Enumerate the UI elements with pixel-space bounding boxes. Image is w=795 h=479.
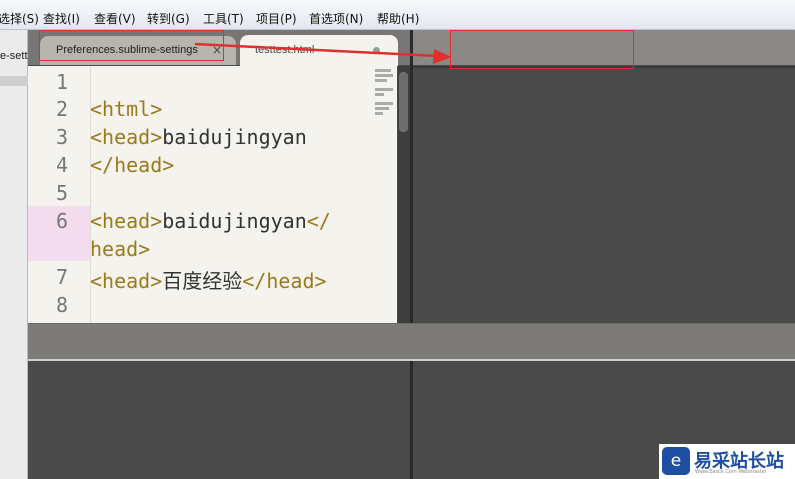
code-text: 百度经验: [162, 269, 243, 293]
code-line: </head>: [90, 153, 174, 177]
side-window-separator: [0, 76, 28, 86]
watermark-logo-icon: e: [662, 447, 690, 475]
code-tag: <head>: [90, 269, 163, 293]
minimap-line: [375, 107, 389, 110]
code-line-wrapped: head>: [90, 237, 150, 261]
tab-testtest-label: testtest.html: [255, 44, 315, 56]
line-number: 7: [55, 265, 68, 289]
code-tag: <head>: [90, 125, 163, 149]
code-text: baidujingyan: [162, 125, 307, 149]
annotation-box: [450, 30, 634, 69]
editor-pane[interactable]: 1 2 3 4 5 6 7 8 <html> <head>baidujingya…: [28, 66, 397, 323]
side-window-strip: [0, 30, 28, 479]
line-number: 3: [55, 125, 68, 149]
menu-help[interactable]: 帮助(H): [377, 10, 419, 27]
minimap-line: [375, 102, 393, 105]
minimap-line: [375, 88, 393, 91]
tab-testtest[interactable]: testtest.html: [240, 35, 398, 66]
line-number: 5: [55, 181, 68, 205]
code-line: <head>百度经验</head>: [90, 265, 327, 294]
watermark: e 易采站长站 Www.Easck.Com Webmaster: [659, 444, 795, 479]
empty-editor-pane[interactable]: [413, 66, 795, 323]
scrollbar-thumb[interactable]: [399, 72, 408, 132]
code-line: <head>baidujingyan: [90, 125, 307, 149]
code-tag: <html>: [90, 97, 163, 121]
empty-editor-pane[interactable]: [28, 361, 410, 479]
unsaved-dot-icon[interactable]: [373, 47, 380, 54]
side-window-tab[interactable]: e-sett: [0, 40, 30, 70]
code-line: <head>baidujingyan</: [90, 209, 331, 233]
code-tag: </head>: [242, 269, 327, 293]
code-tag: </: [306, 209, 331, 233]
code-tag: </head>: [90, 153, 175, 177]
menu-bar: 选择(S) 查找(I) 查看(V) 转到(G) 工具(T) 项目(P) 首选项(…: [0, 0, 795, 30]
minimap-line: [375, 112, 383, 115]
line-number: 6: [55, 209, 68, 233]
vertical-scrollbar[interactable]: [398, 66, 410, 323]
code-tag: head>: [90, 237, 151, 261]
menu-preferences[interactable]: 首选项(N): [309, 10, 363, 27]
annotation-box: [39, 30, 224, 61]
line-number: 4: [55, 153, 68, 177]
side-window-tab-label: e-sett: [0, 50, 28, 62]
minimap-line: [375, 93, 384, 96]
minimap-line: [375, 79, 387, 82]
watermark-subtext: Www.Easck.Com Webmaster: [695, 469, 767, 475]
pane-divider-horizontal[interactable]: [28, 323, 795, 360]
minimap-line: [375, 69, 391, 72]
code-tag: <head>: [90, 209, 163, 233]
menu-project[interactable]: 项目(P): [256, 10, 297, 27]
minimap[interactable]: [372, 69, 394, 129]
code-text: baidujingyan: [162, 209, 307, 233]
menu-view[interactable]: 查看(V): [94, 10, 136, 27]
line-number: 1: [55, 70, 68, 94]
minimap-line: [375, 74, 393, 77]
menu-tools[interactable]: 工具(T): [203, 10, 244, 27]
line-number: 2: [55, 97, 68, 121]
menu-goto[interactable]: 转到(G): [147, 10, 190, 27]
line-number: 8: [55, 293, 68, 317]
menu-find[interactable]: 查找(I): [43, 10, 80, 27]
code-line: <html>: [90, 97, 162, 121]
menu-select[interactable]: 选择(S): [0, 10, 39, 27]
